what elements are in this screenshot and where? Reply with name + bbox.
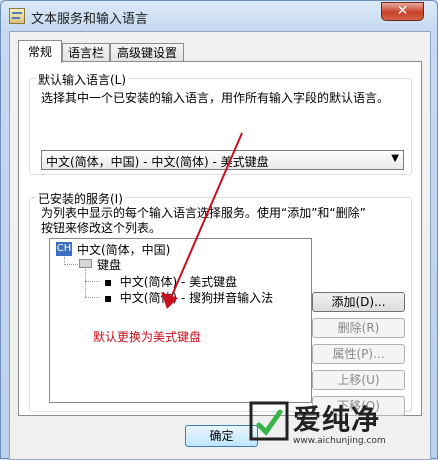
installed-services-tree[interactable]: CH 中文(简体，中国) 键盘 ▪ 中文(简体) - 美式键盘 ▪ 中文(简体)… (49, 238, 312, 403)
watermark: 爱纯净 www.aichunjing.com (243, 395, 438, 459)
tree-language-node[interactable]: 中文(简体，中国) (77, 241, 170, 258)
watermark-url: www.aichunjing.com (293, 436, 386, 446)
tab-general[interactable]: 常规 (18, 40, 62, 63)
annotation-text: 默认更换为美式键盘 (93, 330, 202, 344)
chevron-down-icon: ▼ (391, 153, 399, 164)
window-title: 文本服务和输入语言 (31, 12, 149, 27)
default-language-description: 选择其中一个已安装的输入语言，用作所有输入字段的默认语言。 (41, 91, 390, 105)
installed-services-description-line1: 为列表中显示的每个输入语言选择服务。使用“添加”和“删除” (41, 206, 366, 220)
default-language-selected-value: 中文(简体，中国) - 中文(简体) - 美式键盘 (46, 155, 269, 169)
installed-services-description-line2: 按钮来修改这个列表。 (41, 221, 162, 235)
text-services-icon (9, 8, 25, 24)
tree-item-sogou-pinyin[interactable]: ▪ 中文(简体) - 搜狗拼音输入法 (104, 289, 273, 306)
watermark-name: 爱纯净 (293, 403, 381, 436)
tree-connector (85, 281, 99, 282)
tree-connector (85, 269, 86, 297)
tree-connector (85, 297, 99, 298)
default-language-select[interactable]: 中文(简体，中国) - 中文(简体) - 美式键盘 ▼ (41, 150, 404, 170)
tree-item-us-keyboard[interactable]: ▪ 中文(简体) - 美式键盘 (104, 273, 237, 290)
tree-connector (64, 264, 78, 265)
add-button[interactable]: 添加(D)... (312, 292, 405, 312)
tab-advanced-key-settings[interactable]: 高级键设置 (110, 43, 184, 62)
aichunjing-logo-icon (249, 401, 289, 441)
keyboard-icon (79, 259, 92, 268)
close-button[interactable]: ✕ (381, 2, 424, 21)
tree-keyboard-node[interactable]: 键盘 (97, 256, 121, 273)
default-language-group-title: 默认输入语言(L) (36, 71, 129, 88)
properties-button[interactable]: 属性(P)... (312, 344, 405, 364)
dialog-window: 文本服务和输入语言 ✕ 常规 语言栏 高级键设置 默认输入语言(L) 选择其中一… (0, 0, 438, 460)
installed-services-group-title: 已安装的服务(I) (36, 190, 125, 207)
move-up-button[interactable]: 上移(U) (312, 370, 405, 390)
title-bar[interactable]: 文本服务和输入语言 ✕ (1, 1, 437, 31)
remove-button[interactable]: 删除(R) (312, 318, 405, 338)
language-ch-icon: CH (56, 242, 72, 256)
tab-language-bar[interactable]: 语言栏 (62, 43, 110, 62)
general-tab-panel: 默认输入语言(L) 选择其中一个已安装的输入语言，用作所有输入字段的默认语言。 … (18, 61, 422, 416)
